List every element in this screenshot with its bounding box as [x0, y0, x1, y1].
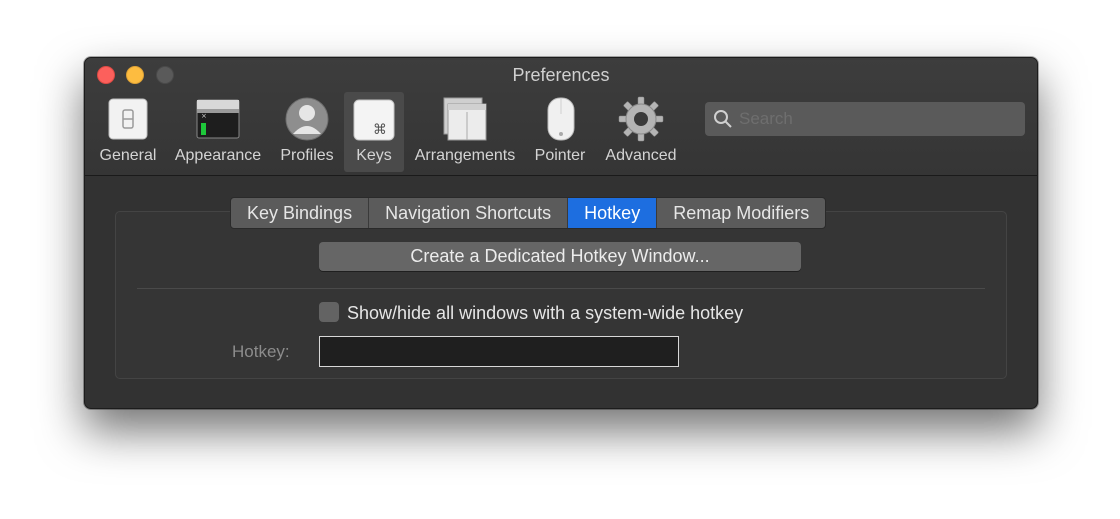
toolbar-label: Advanced — [605, 147, 677, 164]
checkbox-label: Show/hide all windows with a system-wide… — [347, 303, 744, 323]
titlebar: Preferences General × Appearance Profile… — [85, 58, 1037, 176]
keys-tab-bar: Key Bindings Navigation Shortcuts Hotkey… — [230, 197, 827, 229]
show-hide-hotkey-checkbox[interactable] — [319, 302, 339, 322]
toolbar-item-appearance[interactable]: × Appearance — [169, 92, 267, 172]
search-input[interactable] — [737, 108, 1011, 130]
toolbar-item-general[interactable]: General — [93, 92, 163, 172]
window-title: Preferences — [512, 65, 610, 85]
toolbar-item-advanced[interactable]: Advanced — [599, 92, 683, 172]
toolbar-label: Keys — [356, 147, 392, 164]
toolbar-item-profiles[interactable]: Profiles — [273, 92, 341, 172]
tab-hotkey[interactable]: Hotkey — [568, 198, 658, 228]
toolbar-label: Arrangements — [414, 147, 516, 164]
toolbar-item-pointer[interactable]: Pointer — [527, 92, 593, 172]
appearance-icon: × — [195, 96, 241, 142]
divider — [137, 288, 985, 289]
profiles-icon — [284, 96, 330, 142]
tab-navigation-shortcuts[interactable]: Navigation Shortcuts — [369, 198, 569, 228]
arrangements-icon — [442, 96, 488, 142]
toolbar-label: General — [99, 147, 157, 164]
toolbar-item-arrangements[interactable]: Arrangements — [409, 92, 521, 172]
search-icon — [713, 109, 733, 129]
pointer-icon — [537, 96, 583, 142]
toolbar-item-keys[interactable]: ⌘ Keys — [344, 92, 404, 172]
hotkey-input[interactable] — [319, 336, 679, 367]
hotkey-label: Hotkey: — [232, 342, 290, 361]
general-icon — [105, 96, 151, 142]
create-dedicated-hotkey-window-button[interactable]: Create a Dedicated Hotkey Window... — [319, 242, 801, 271]
tab-remap-modifiers[interactable]: Remap Modifiers — [657, 198, 825, 228]
toolbar-label: Pointer — [534, 147, 586, 164]
gear-icon — [618, 96, 664, 142]
search-field[interactable] — [705, 102, 1025, 136]
toolbar-label: Profiles — [280, 147, 334, 164]
toolbar-label: Appearance — [174, 147, 262, 164]
preferences-window: Preferences General × Appearance Profile… — [84, 57, 1038, 409]
tab-key-bindings[interactable]: Key Bindings — [231, 198, 370, 228]
svg-text:×: × — [201, 112, 207, 120]
keys-icon: ⌘ — [351, 96, 397, 142]
command-glyph: ⌘ — [373, 122, 387, 138]
